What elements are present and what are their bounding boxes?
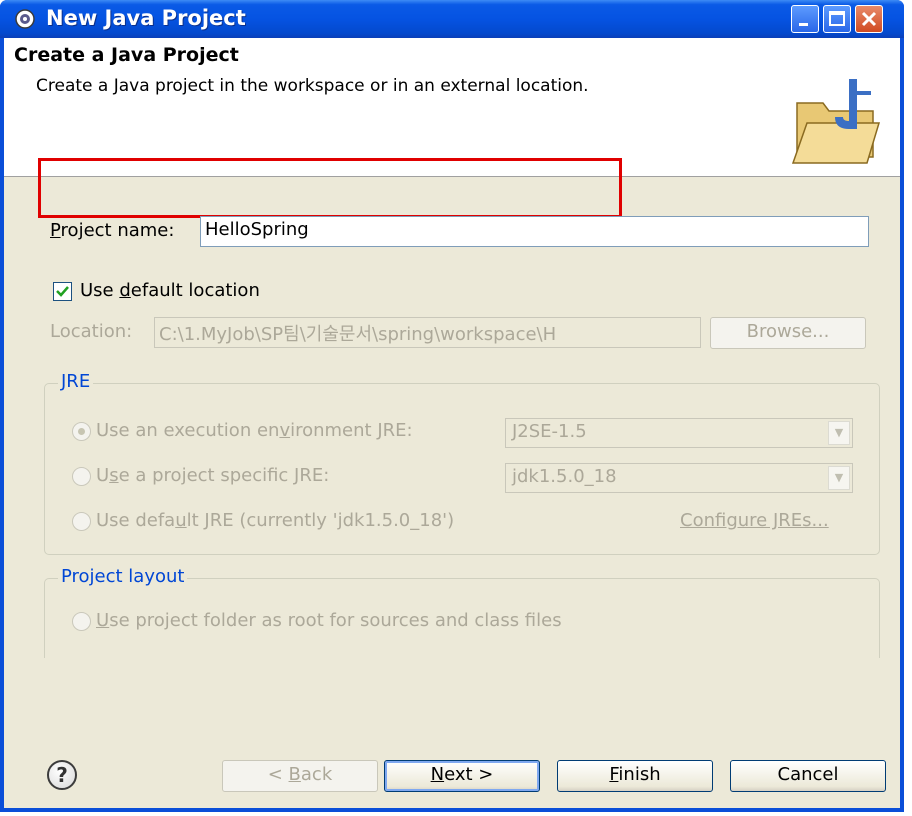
dialog-window: New Java Project Create a Java Project C…: [0, 0, 904, 812]
maximize-icon: [829, 11, 845, 26]
next-button[interactable]: Next >: [384, 760, 540, 792]
back-button[interactable]: < Back: [222, 760, 378, 792]
banner-description: Create a Java project in the workspace o…: [36, 76, 589, 96]
eclipse-gear-icon: [15, 9, 35, 29]
project-name-highlight: [38, 158, 622, 218]
project-name-label: Project name:: [50, 220, 175, 241]
default-jre-radio[interactable]: [72, 512, 91, 531]
execution-environment-radio[interactable]: [72, 422, 91, 441]
jre-group-title: JRE: [58, 371, 94, 392]
project-name-input[interactable]: HelloSpring: [200, 216, 869, 247]
java-project-folder-icon: [791, 79, 881, 164]
project-specific-jre-value: jdk1.5.0_18: [512, 466, 617, 487]
wizard-banner: Create a Java Project Create a Java proj…: [4, 38, 900, 177]
project-layout-group-title: Project layout: [58, 566, 188, 587]
project-folder-root-label: Use project folder as root for sources a…: [96, 610, 562, 631]
browse-button[interactable]: Browse...: [710, 317, 866, 349]
chevron-down-icon[interactable]: ▼: [828, 466, 850, 490]
dialog-body: Create a Java Project Create a Java proj…: [4, 38, 900, 808]
default-jre-label: Use default JRE (currently 'jdk1.5.0_18'…: [96, 510, 455, 531]
execution-environment-select[interactable]: J2SE-1.5 ▼: [505, 418, 853, 448]
finish-button[interactable]: Finish: [557, 760, 713, 792]
close-button[interactable]: [855, 5, 883, 33]
project-folder-root-radio[interactable]: [72, 612, 91, 631]
maximize-button[interactable]: [823, 5, 851, 33]
title-bar[interactable]: New Java Project: [0, 0, 904, 38]
minimize-button[interactable]: [791, 5, 819, 33]
configure-jres-link[interactable]: Configure JREs...: [680, 510, 829, 531]
project-specific-jre-select[interactable]: jdk1.5.0_18 ▼: [505, 463, 853, 493]
help-icon[interactable]: ?: [47, 760, 77, 790]
radio-selected-dot: [78, 428, 85, 435]
cancel-button[interactable]: Cancel: [730, 760, 886, 792]
use-default-location-checkbox[interactable]: [53, 282, 72, 301]
location-input[interactable]: C:\1.MyJob\SP팀\기술문서\spring\workspace\H: [154, 317, 701, 348]
close-icon: [861, 11, 877, 27]
minimize-icon: [799, 23, 808, 26]
use-default-location-label[interactable]: Use default location: [80, 280, 260, 301]
project-specific-jre-radio[interactable]: [72, 467, 91, 486]
location-label: Location:: [50, 321, 133, 342]
chevron-down-icon[interactable]: ▼: [828, 421, 850, 445]
project-specific-jre-label: Use a project specific JRE:: [96, 465, 330, 486]
checkmark-icon: [56, 286, 69, 297]
execution-environment-label: Use an execution environment JRE:: [96, 420, 413, 441]
window-title: New Java Project: [46, 6, 246, 30]
execution-environment-value: J2SE-1.5: [512, 421, 587, 442]
banner-title: Create a Java Project: [14, 44, 239, 66]
